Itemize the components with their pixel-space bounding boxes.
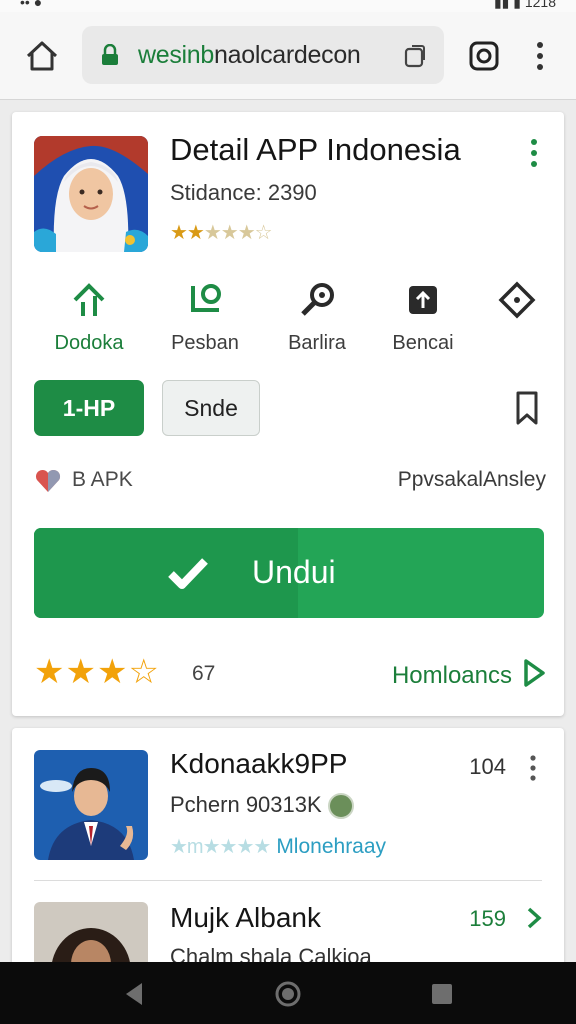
play-icon[interactable] [522,658,546,688]
list-thumbnail [34,750,148,860]
download-button[interactable]: Undui [34,528,544,618]
key-icon [301,283,334,316]
heart-icon [35,469,61,492]
list-item-developer: Mlonehraay [276,835,387,858]
more-vert-icon[interactable] [526,754,540,782]
app-detail-card: Detail APP Indonesia Stidance: 2390 ★★★★… [12,112,564,716]
address-bar[interactable]: wesinbnaolcardecon [82,26,444,84]
primary-chip-button[interactable]: 1-HP [34,380,144,436]
list-item-name: Mujk Albank [170,902,321,933]
action-label: Pesban [171,332,239,354]
system-nav-bar [0,962,576,1024]
url-path: naolcardecon [214,41,361,69]
action-more[interactable] [462,280,572,332]
home-icon[interactable] [24,38,60,74]
recents-icon[interactable] [428,980,456,1008]
tab-switcher-icon[interactable] [404,44,426,68]
action-dodoka[interactable]: Dodoka [34,280,144,355]
url-text: wesinbnaolcardecon [138,41,361,70]
list-item-sub-text: Pchern 90313K [170,792,322,817]
action-label: Barlira [288,332,346,354]
app-icon-art [34,136,148,252]
camera-icon[interactable] [468,40,500,72]
back-icon[interactable] [120,980,148,1008]
action-label: Dodoka [54,332,124,354]
meta-row: B APK PpvsakalAnsley [34,464,546,498]
app-icon [34,136,148,252]
home-arrow-icon [73,283,105,316]
action-barlira[interactable]: Barlira [262,280,372,355]
bookmark-icon[interactable] [514,390,540,426]
more-vert-icon[interactable] [528,40,552,72]
stars-empty: ★★★☆ [203,222,273,244]
list-item-stars: ★m★★★★ [170,836,271,858]
list-item-number: 159 [469,906,506,931]
download-label: Undui [252,554,336,590]
list-item-number: 104 [469,754,506,779]
rating-count: 67 [192,662,216,685]
app-subtitle: Stidance: 2390 [170,180,317,205]
app-star-rating: ★★★★★☆ [170,220,273,245]
related-apps-card: Kdonaakk9PP Pchern 90313K ★m★★★★ Mlonehra… [12,728,564,1012]
stars-full: ★★★ [34,653,129,691]
status-bar: •• ● ▮▮ ▮ 1218 [0,0,576,12]
check-icon [168,558,208,589]
list-item-sub: Pchern 90313K [170,792,354,820]
app-options-icon[interactable] [526,138,542,168]
rating-stars: ★★★☆ [34,652,160,692]
browser-toolbar: wesinbnaolcardecon [0,12,576,100]
status-left: •• ● [20,0,43,10]
list-item-rating: ★m★★★★ Mlonehraay [170,834,386,859]
homepage-link[interactable]: Homloancs [392,662,512,690]
list-thumbnail-art [34,750,148,860]
secondary-chip-button[interactable]: Snde [162,380,260,436]
diamond-icon [498,281,536,319]
action-pesban[interactable]: Pesban [150,280,260,355]
lock-icon [102,44,118,65]
verified-badge-icon [327,793,354,820]
list-item-name: Kdonaakk9PP [170,748,348,779]
url-host: wesinb [138,41,215,69]
chevron-right-icon[interactable] [524,906,544,930]
star-half: ☆ [128,653,160,691]
action-label: Bencai [392,332,454,354]
upload-icon [409,286,437,314]
developer-name[interactable]: PpvsakalAnsley [398,468,546,492]
app-title: Detail APP Indonesia [170,132,461,167]
pin-icon [191,284,221,312]
stars-filled: ★★ [170,222,205,244]
status-right: ▮▮ ▮ 1218 [493,0,556,10]
list-divider [34,880,542,881]
home-circle-icon[interactable] [274,980,302,1008]
action-row: Dodoka Pesban Barlira Bencai [12,280,564,360]
apk-label: B APK [72,468,133,491]
rating-row: ★★★☆ 67 Homloancs [34,652,546,696]
